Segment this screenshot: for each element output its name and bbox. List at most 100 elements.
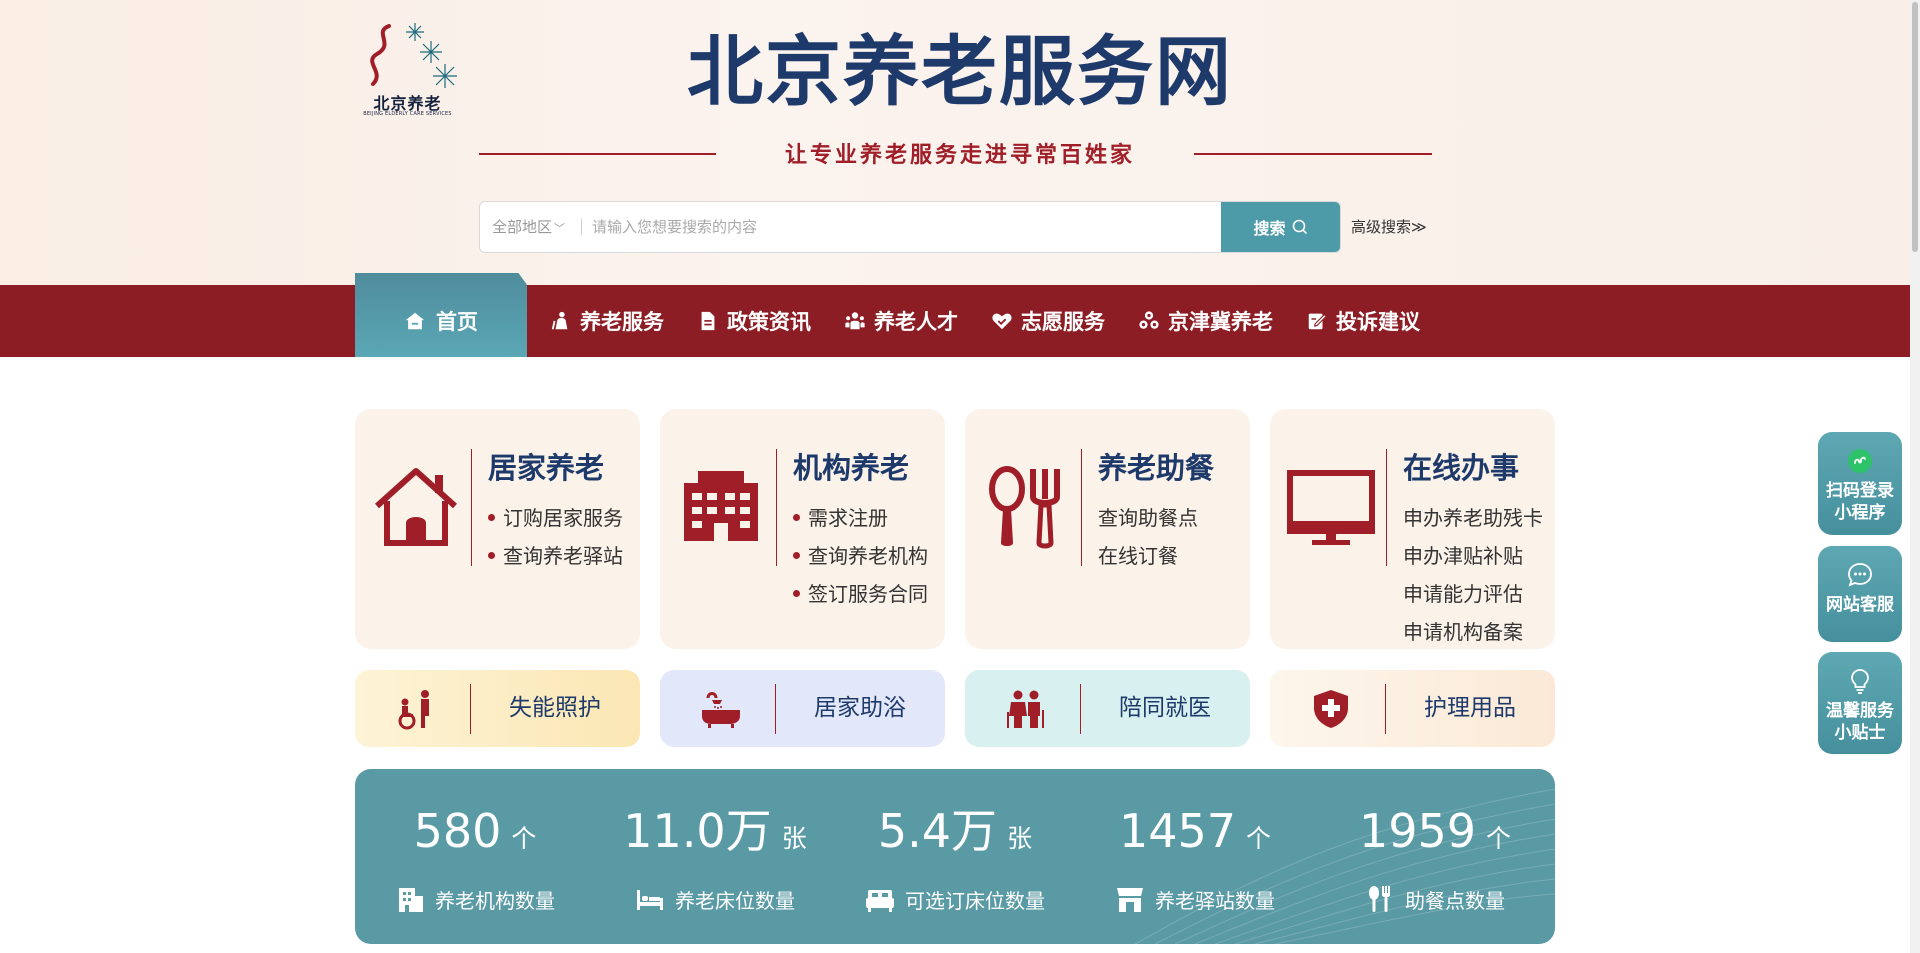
stat-value: 580: [413, 804, 502, 858]
card-institution-care[interactable]: 机构养老 需求注册 查询养老机构 签订服务合同: [660, 409, 945, 649]
float-label-line1: 网站客服: [1826, 595, 1894, 615]
cluster-icon: [1139, 311, 1159, 329]
spoon-fork-icon: [989, 466, 1060, 549]
scard-label: 失能照护: [509, 695, 601, 721]
stat-beds[interactable]: 11.0万张 养老床位数量: [595, 769, 835, 944]
statistics-panel: 580 个 养老机构数量 11.0万张 养老床位数量 5.4万张 可选订床位数量 …: [355, 769, 1555, 944]
float-service-tips[interactable]: 温馨服务 小贴士: [1818, 652, 1902, 754]
scard-disability-care[interactable]: 失能照护: [355, 670, 640, 747]
nav-item-label: 京津冀养老: [1168, 310, 1273, 334]
stat-bookable-beds[interactable]: 5.4万张 可选订床位数量: [835, 769, 1075, 944]
card-divider: [471, 449, 472, 566]
nav-item-complaints[interactable]: 投诉建议: [1306, 306, 1420, 336]
nav-item-policy-news[interactable]: 政策资讯: [697, 306, 811, 336]
document-icon: [701, 311, 715, 331]
elderly-couple-icon: [1007, 690, 1044, 728]
bed-alt-icon: [866, 890, 894, 912]
search-divider: [581, 219, 582, 235]
card-link[interactable]: 查询助餐点: [1098, 499, 1198, 537]
nav-item-elderly-services[interactable]: 养老服务: [550, 306, 664, 336]
nav-item-label: 养老人才: [874, 310, 958, 334]
nav-item-label: 政策资讯: [727, 310, 811, 334]
stat-value: 11.0万: [623, 804, 772, 858]
card-divider: [1386, 449, 1387, 566]
float-label-line2: 小程序: [1834, 503, 1886, 523]
scrollbar-thumb[interactable]: [1912, 2, 1918, 252]
elder-icon: [551, 311, 568, 330]
scard-bathing-assistance[interactable]: 居家助浴: [660, 670, 945, 747]
site-header: 北京养老 BEIJING ELDERLY CARE SERVICES 北京养老服…: [0, 0, 1910, 285]
card-link[interactable]: 申请机构备案: [1403, 613, 1543, 651]
card-link[interactable]: 订购居家服务: [488, 499, 623, 537]
region-select[interactable]: 全部地区 ﹀: [492, 202, 565, 252]
scard-label: 陪同就医: [1119, 695, 1211, 721]
wheelchair-icon: [398, 690, 429, 730]
advanced-search-link[interactable]: 高级搜索≫: [1351, 216, 1427, 237]
float-label-line2: 小贴士: [1834, 723, 1886, 743]
page-scrollbar[interactable]: [1910, 0, 1920, 953]
nav-item-label: 首页: [436, 310, 478, 334]
region-select-label: 全部地区: [492, 218, 553, 236]
search-icon: [1292, 219, 1307, 235]
lightbulb-icon: [1851, 669, 1869, 694]
nav-item-talent[interactable]: 养老人才: [844, 306, 958, 336]
stat-unit: 个: [1486, 824, 1512, 853]
card-title: 机构养老: [793, 451, 910, 485]
float-label-line1: 扫码登录: [1826, 481, 1894, 501]
house-icon: [374, 468, 458, 546]
stat-label: 养老床位数量: [675, 888, 795, 913]
nav-item-volunteer[interactable]: 志愿服务: [991, 306, 1105, 336]
nav-item-label: 养老服务: [580, 310, 664, 334]
search-button-label: 搜索: [1253, 219, 1286, 238]
chevron-down-icon: ﹀: [554, 222, 566, 235]
card-link[interactable]: 查询养老机构: [793, 537, 928, 575]
card-title: 养老助餐: [1098, 451, 1215, 485]
stat-meal-points[interactable]: 1959 个 助餐点数量: [1315, 769, 1555, 944]
miniprogram-icon: [1848, 449, 1872, 473]
float-label-line1: 温馨服务: [1826, 701, 1894, 721]
card-link[interactable]: 申办津贴补贴: [1403, 537, 1543, 575]
scard-care-products[interactable]: 护理用品: [1270, 670, 1555, 747]
bed-icon: [637, 890, 663, 910]
people-icon: [845, 312, 865, 330]
heart-hand-icon: [992, 313, 1012, 330]
nav-item-home[interactable]: 首页: [355, 273, 527, 357]
utensils-icon: [1369, 886, 1390, 912]
nav-item-jingjinji[interactable]: 京津冀养老: [1138, 306, 1273, 336]
card-online-services[interactable]: 在线办事 申办养老助残卡 申办津贴补贴 申请能力评估 申请机构备案: [1270, 409, 1555, 649]
logo-subtitle: BEIJING ELDERLY CARE SERVICES: [363, 111, 452, 117]
medical-shield-icon: [1314, 690, 1348, 728]
search-bar: 全部地区﹀ 搜索: [479, 201, 1341, 253]
stat-label: 养老机构数量: [435, 888, 555, 913]
stat-institutions[interactable]: 580 个 养老机构数量: [355, 769, 595, 944]
stat-label: 可选订床位数量: [905, 888, 1045, 913]
search-button[interactable]: 搜索: [1221, 202, 1340, 252]
card-link[interactable]: 查询养老驿站: [488, 537, 623, 575]
scard-medical-escort[interactable]: 陪同就医: [965, 670, 1250, 747]
card-link[interactable]: 申请能力评估: [1403, 575, 1543, 613]
site-logo[interactable]: 北京养老 BEIJING ELDERLY CARE SERVICES: [355, 18, 460, 123]
card-link[interactable]: 在线订餐: [1098, 537, 1198, 575]
float-miniprogram-login[interactable]: 扫码登录 小程序: [1818, 432, 1902, 535]
stat-unit: 张: [781, 824, 807, 853]
card-title: 在线办事: [1403, 451, 1520, 485]
site-slogan: 让专业养老服务走进寻常百姓家: [784, 142, 1135, 168]
search-input[interactable]: [592, 202, 1192, 252]
stat-value: 1959: [1358, 804, 1477, 858]
card-title: 居家养老: [488, 451, 605, 485]
site-title: 北京养老服务网: [687, 27, 1233, 116]
stat-value: 5.4万: [877, 804, 998, 858]
card-link[interactable]: 签订服务合同: [793, 575, 928, 613]
float-customer-service[interactable]: 网站客服: [1818, 546, 1902, 642]
stat-stations[interactable]: 1457 个 养老驿站数量: [1075, 769, 1315, 944]
card-meal-assistance[interactable]: 养老助餐 查询助餐点 在线订餐: [965, 409, 1250, 649]
stat-value: 1457: [1118, 804, 1237, 858]
card-link[interactable]: 申办养老助残卡: [1403, 499, 1543, 537]
stat-unit: 个: [1246, 824, 1272, 853]
chat-icon: [1848, 563, 1872, 587]
card-home-care[interactable]: 居家养老 订购居家服务 查询养老驿站: [355, 409, 640, 649]
card-link[interactable]: 需求注册: [793, 499, 928, 537]
main-nav: 首页 养老服务 政策资讯 养老人才 志愿服务 京津冀养老 投诉建议: [0, 273, 1910, 357]
scard-label: 护理用品: [1424, 695, 1516, 721]
stat-unit: 个: [511, 824, 537, 853]
